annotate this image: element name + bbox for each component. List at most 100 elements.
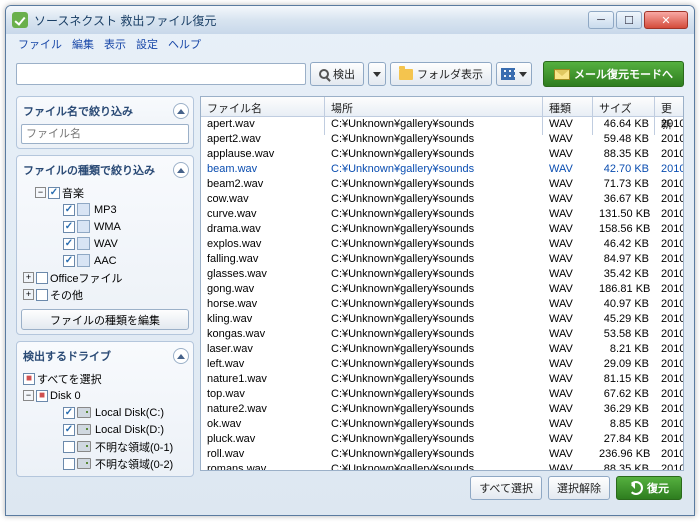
file-list-body[interactable]: apert.wavC:¥Unknown¥gallery¥soundsWAV46.… (201, 117, 683, 470)
menu-file[interactable]: ファイル (18, 36, 62, 52)
table-row[interactable]: kongas.wavC:¥Unknown¥gallery¥soundsWAV53… (201, 327, 683, 342)
cell-location: C:¥Unknown¥gallery¥sounds (325, 282, 543, 297)
tree-node-drive[interactable]: 不明な領域(0-1) (21, 438, 189, 455)
expand-icon[interactable]: + (23, 272, 34, 283)
table-row[interactable]: apert.wavC:¥Unknown¥gallery¥soundsWAV46.… (201, 117, 683, 132)
window-title: ソースネクスト 救出ファイル復元 (34, 12, 588, 29)
checkbox[interactable] (63, 458, 75, 470)
edit-file-types-button[interactable]: ファイルの種類を編集 (21, 309, 189, 330)
checkbox-mixed[interactable]: ■ (23, 373, 35, 385)
cell-location: C:¥Unknown¥gallery¥sounds (325, 387, 543, 402)
expand-icon[interactable]: − (23, 390, 34, 401)
search-button[interactable]: 検出 (310, 62, 364, 86)
tree-node-other[interactable]: + その他 (21, 286, 189, 303)
table-row[interactable]: horse.wavC:¥Unknown¥gallery¥soundsWAV40.… (201, 297, 683, 312)
table-row[interactable]: explos.wavC:¥Unknown¥gallery¥soundsWAV46… (201, 237, 683, 252)
menu-view[interactable]: 表示 (104, 36, 126, 52)
cell-type: WAV (543, 462, 593, 470)
checkbox[interactable] (36, 289, 48, 301)
checkbox[interactable]: ✓ (63, 424, 75, 436)
close-button[interactable]: ✕ (644, 11, 688, 29)
tree-node-drive[interactable]: ✓ Local Disk(C:) (21, 404, 189, 421)
expand-icon[interactable]: − (35, 187, 46, 198)
tree-node-format[interactable]: ✓AAC (21, 252, 189, 269)
table-row[interactable]: laser.wavC:¥Unknown¥gallery¥soundsWAV8.2… (201, 342, 683, 357)
table-row[interactable]: ok.wavC:¥Unknown¥gallery¥soundsWAV8.85 K… (201, 417, 683, 432)
cell-type: WAV (543, 297, 593, 312)
collapse-button[interactable] (173, 162, 189, 178)
titlebar[interactable]: ソースネクスト 救出ファイル復元 ─ ☐ ✕ (6, 6, 694, 34)
tree-node-office[interactable]: + Officeファイル (21, 269, 189, 286)
table-row[interactable]: romans.wavC:¥Unknown¥gallery¥soundsWAV88… (201, 462, 683, 470)
cell-updated: 2010 (655, 237, 683, 252)
table-row[interactable]: kling.wavC:¥Unknown¥gallery¥soundsWAV45.… (201, 312, 683, 327)
table-row[interactable]: glasses.wavC:¥Unknown¥gallery¥soundsWAV3… (201, 267, 683, 282)
checkbox[interactable]: ✓ (63, 221, 75, 233)
restore-button[interactable]: 復元 (616, 476, 682, 500)
cell-filename: applause.wav (201, 147, 325, 162)
checkbox[interactable] (63, 441, 75, 453)
select-all-button[interactable]: すべて選択 (470, 476, 542, 500)
table-row[interactable]: cow.wavC:¥Unknown¥gallery¥soundsWAV36.67… (201, 192, 683, 207)
expand-icon[interactable]: + (23, 289, 34, 300)
table-row[interactable]: gong.wavC:¥Unknown¥gallery¥soundsWAV186.… (201, 282, 683, 297)
menu-settings[interactable]: 設定 (136, 36, 158, 52)
checkbox[interactable]: ✓ (63, 204, 75, 216)
checkbox[interactable]: ✓ (63, 255, 75, 267)
table-row[interactable]: drama.wavC:¥Unknown¥gallery¥soundsWAV158… (201, 222, 683, 237)
search-dropdown[interactable] (368, 62, 386, 86)
table-row[interactable]: falling.wavC:¥Unknown¥gallery¥soundsWAV8… (201, 252, 683, 267)
table-row[interactable]: pluck.wavC:¥Unknown¥gallery¥soundsWAV27.… (201, 432, 683, 447)
cell-filename: ok.wav (201, 417, 325, 432)
menu-help[interactable]: ヘルプ (168, 36, 201, 52)
tree-label: Local Disk(C:) (95, 407, 164, 419)
checkbox-mixed[interactable]: ■ (36, 390, 48, 402)
table-row[interactable]: curve.wavC:¥Unknown¥gallery¥soundsWAV131… (201, 207, 683, 222)
tree-node-format[interactable]: ✓WAV (21, 235, 189, 252)
table-row[interactable]: left.wavC:¥Unknown¥gallery¥soundsWAV29.0… (201, 357, 683, 372)
select-all-drives[interactable]: ■ すべてを選択 (21, 370, 189, 387)
cell-size: 236.96 KB (593, 447, 655, 462)
table-row[interactable]: nature2.wavC:¥Unknown¥gallery¥soundsWAV3… (201, 402, 683, 417)
table-row[interactable]: top.wavC:¥Unknown¥gallery¥soundsWAV67.62… (201, 387, 683, 402)
table-row[interactable]: beam2.wavC:¥Unknown¥gallery¥soundsWAV71.… (201, 177, 683, 192)
cell-location: C:¥Unknown¥gallery¥sounds (325, 342, 543, 357)
view-options-button[interactable] (496, 62, 532, 86)
tree-node-music[interactable]: − ✓ 音楽 (21, 184, 189, 201)
filename-filter-input[interactable] (21, 124, 189, 144)
tree-node-disk0[interactable]: − ■ Disk 0 (21, 387, 189, 404)
minimize-button[interactable]: ─ (588, 11, 614, 29)
tree-node-format[interactable]: ✓MP3 (21, 201, 189, 218)
cell-size: 46.42 KB (593, 237, 655, 252)
cell-updated: 2010 (655, 147, 683, 162)
table-row[interactable]: roll.wavC:¥Unknown¥gallery¥soundsWAV236.… (201, 447, 683, 462)
checkbox[interactable]: ✓ (63, 238, 75, 250)
panel-title: ファイル名で絞り込み (23, 103, 133, 119)
folder-view-button[interactable]: フォルダ表示 (390, 62, 492, 86)
checkbox[interactable]: ✓ (48, 187, 60, 199)
restore-label: 復元 (647, 480, 669, 496)
table-row[interactable]: apert2.wavC:¥Unknown¥gallery¥soundsWAV59… (201, 132, 683, 147)
main-area: ファイル名 場所 種類 サイズ 更新 apert.wavC:¥Unknown¥g… (200, 96, 684, 505)
search-input[interactable] (16, 63, 306, 85)
tree-node-drive[interactable]: ✓Local Disk(D:) (21, 421, 189, 438)
cell-updated: 2010 (655, 327, 683, 342)
collapse-button[interactable] (173, 348, 189, 364)
app-icon (12, 12, 28, 28)
tree-node-drive[interactable]: 不明な領域(0-2) (21, 455, 189, 472)
mail-recovery-mode-button[interactable]: メール復元モードへ (543, 61, 684, 87)
cell-size: 88.35 KB (593, 147, 655, 162)
cell-location: C:¥Unknown¥gallery¥sounds (325, 357, 543, 372)
chevron-up-icon (177, 354, 185, 359)
tree-label: WMA (94, 221, 121, 233)
maximize-button[interactable]: ☐ (616, 11, 642, 29)
table-row[interactable]: nature1.wavC:¥Unknown¥gallery¥soundsWAV8… (201, 372, 683, 387)
collapse-button[interactable] (173, 103, 189, 119)
checkbox[interactable] (36, 272, 48, 284)
tree-node-format[interactable]: ✓ WMA (21, 218, 189, 235)
deselect-button[interactable]: 選択解除 (548, 476, 610, 500)
table-row[interactable]: beam.wavC:¥Unknown¥gallery¥soundsWAV42.7… (201, 162, 683, 177)
table-row[interactable]: applause.wavC:¥Unknown¥gallery¥soundsWAV… (201, 147, 683, 162)
menu-edit[interactable]: 編集 (72, 36, 94, 52)
checkbox[interactable]: ✓ (63, 407, 75, 419)
